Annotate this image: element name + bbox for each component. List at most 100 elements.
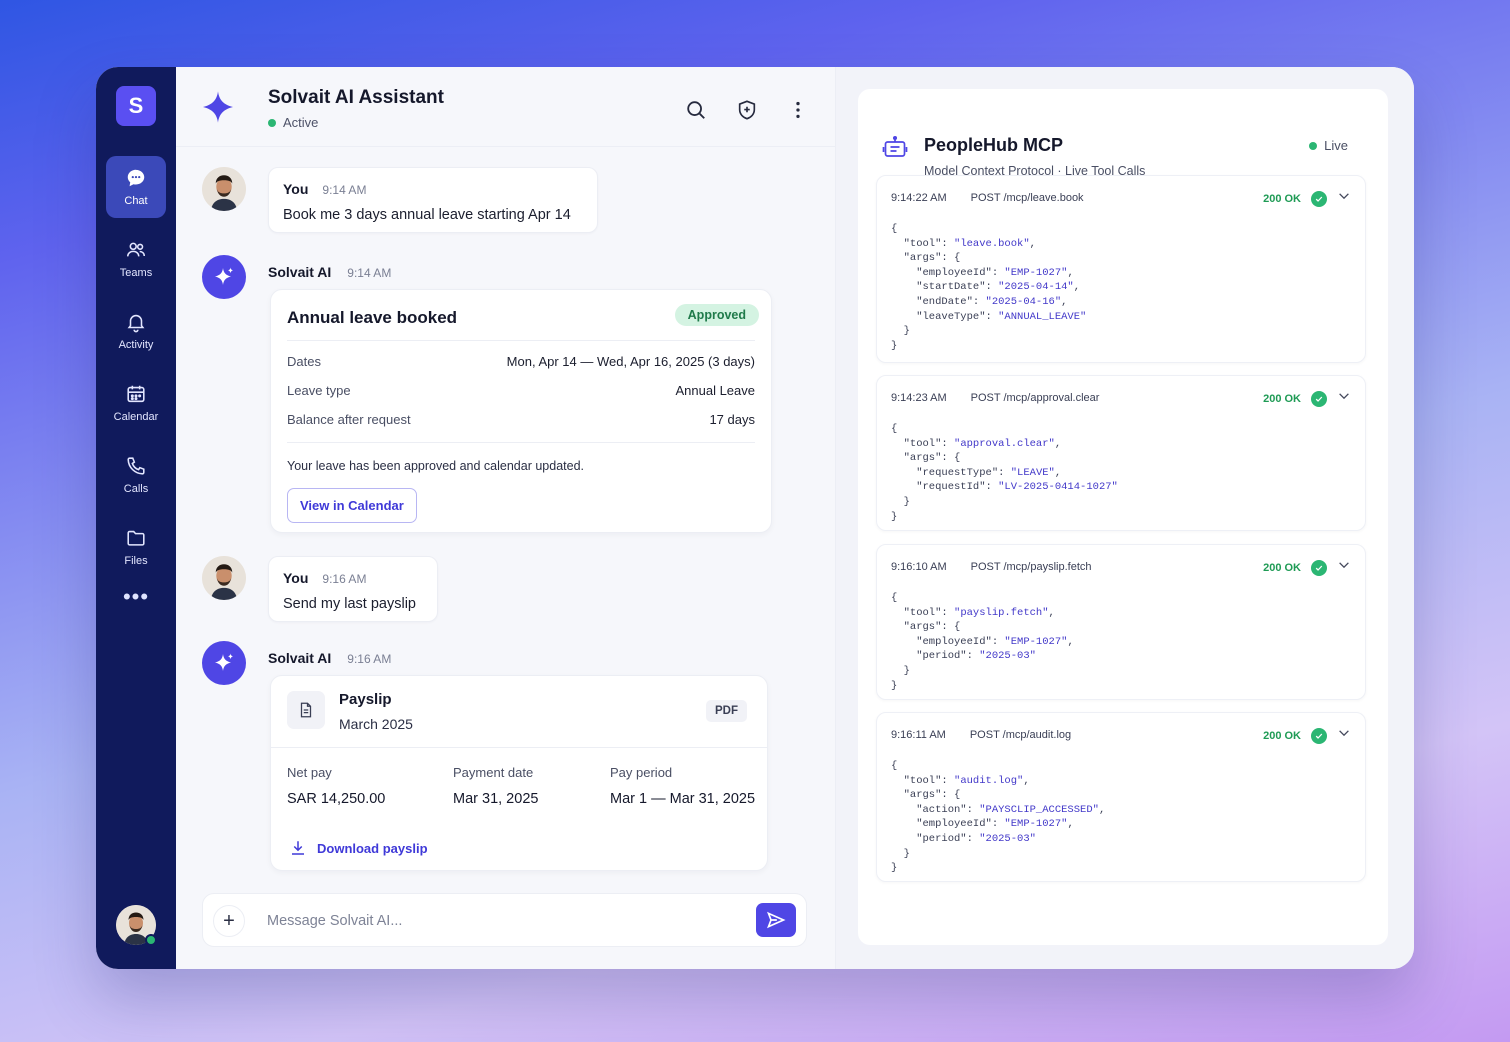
file-icon-box [287,691,325,729]
tool-call-card[interactable]: 9:14:22 AM POST /mcp/leave.book 200 OK { "t… [876,175,1366,363]
tool-call-status: 200 OK [1263,189,1351,208]
bell-icon [127,314,145,333]
download-icon [292,841,304,855]
tool-call-card[interactable]: 9:16:10 AM POST /mcp/payslip.fetch 200 OK {… [876,544,1366,700]
message-time: 9:16 AM [322,572,367,586]
ai-avatar [202,641,246,685]
teams-icon [126,242,146,257]
message-sender: Solvait AI [268,264,332,280]
message-time: 9:14 AM [322,183,367,197]
chevron-down-icon[interactable] [1337,389,1351,408]
message-text: Send my last payslip [283,596,416,612]
download-payslip-link[interactable]: Download payslip [289,839,428,857]
message-time: 9:14 AM [347,266,392,280]
sidebar-item-label: Calendar [113,411,159,423]
chat-status: Active [268,115,318,130]
detail-label: Balance after request [287,412,411,427]
view-in-calendar-button[interactable]: View in Calendar [287,488,417,523]
tool-call-time: 9:14:23 AM [891,392,947,404]
message-text: Book me 3 days annual leave starting Apr… [283,207,571,223]
send-button[interactable] [756,903,796,937]
detail-value: Mon, Apr 14 — Wed, Apr 16, 2025 (3 days) [506,354,755,369]
send-icon [767,911,786,929]
message-sender: Solvait AI [268,650,332,666]
message-input[interactable] [267,908,737,934]
more-options-icon[interactable]: ••• [123,586,149,608]
document-icon [300,702,312,718]
detail-row: Balance after request 17 days [287,412,755,427]
user-message: You 9:16 AM Send my last payslip [268,556,438,622]
chevron-down-icon[interactable] [1337,189,1351,208]
payment-date-label: Payment date [453,765,534,780]
phone-icon [127,457,145,475]
tool-call-status: 200 OK [1263,389,1351,408]
payment-date-value: Mar 31, 2025 [453,791,539,807]
tool-call-endpoint: POST /mcp/audit.log [969,729,1072,741]
sidebar-item-label: Activity [118,339,154,351]
detail-value: 17 days [709,412,755,427]
net-pay-label: Net pay [287,765,332,780]
online-status-dot [145,934,157,946]
folder-icon [127,530,145,546]
search-icon[interactable] [685,99,707,121]
message-sender: You [283,570,309,586]
tool-call-payload: { "tool": "payslip.fetch", "args": { "em… [891,592,1074,692]
file-type-badge: PDF [706,700,747,722]
app-logo[interactable]: S [116,86,156,126]
user-face-icon [202,556,246,600]
detail-value: Annual Leave [675,383,755,398]
app-window: S Chat Teams Activity Calendar Calls Fil… [96,67,1414,969]
card-title: Annual leave booked [287,308,458,327]
divider [287,442,755,443]
tool-call-endpoint: POST /mcp/payslip.fetch [970,561,1092,573]
tool-call-time: 9:16:10 AM [891,561,947,573]
net-pay-value: SAR 14,250.00 [287,791,386,807]
sidebar-nav: Chat Teams Activity Calendar Calls Files [96,156,176,608]
attach-button[interactable]: + [213,905,245,937]
user-face-icon [202,167,246,211]
check-circle-icon [1311,390,1327,407]
live-indicator: Live [1309,138,1348,153]
payslip-title: Payslip [339,691,392,708]
check-circle-icon [1311,190,1327,207]
sidebar-item-activity[interactable]: Activity [106,300,166,362]
live-status-dot [1309,141,1318,150]
leave-booked-card: Annual leave booked Approved Dates Mon, … [270,289,772,533]
status-code: 200 OK [1263,392,1301,405]
message-time: 9:16 AM [347,652,392,666]
tool-call-header: 9:16:11 AM POST /mcp/audit.log [891,729,1071,741]
chat-title: Solvait AI Assistant [268,87,444,108]
more-vertical-icon[interactable] [787,99,809,121]
sidebar-item-label: Calls [123,483,149,495]
user-avatar[interactable] [116,905,157,946]
active-status-dot [268,118,276,127]
check-circle-icon [1311,559,1327,576]
chat-header: Solvait AI Assistant Active [176,67,835,147]
download-label: Download payslip [317,840,428,856]
status-badge: Approved [674,304,759,326]
tool-call-card[interactable]: 9:16:11 AM POST /mcp/audit.log 200 OK { "to… [876,712,1366,882]
sparkle-icon [215,267,233,285]
chevron-down-icon[interactable] [1337,558,1351,577]
sidebar-item-files[interactable]: Files [106,516,166,578]
sidebar-item-teams[interactable]: Teams [106,228,166,290]
payslip-subtitle: March 2025 [339,716,413,732]
detail-row: Leave type Annual Leave [287,383,755,398]
sidebar-item-calls[interactable]: Calls [106,444,166,506]
tool-call-status: 200 OK [1263,558,1351,577]
sparkle-icon [203,91,233,123]
chevron-down-icon[interactable] [1337,726,1351,745]
chat-icon [127,169,145,187]
tool-call-card[interactable]: 9:14:23 AM POST /mcp/approval.clear 200 OK… [876,375,1366,531]
payslip-card: Payslip March 2025 PDF Net pay SAR 14,25… [270,675,768,871]
tool-call-header: 9:14:22 AM POST /mcp/leave.book [891,192,1084,204]
tool-call-time: 9:16:11 AM [891,729,946,741]
sidebar-item-calendar[interactable]: Calendar [106,372,166,434]
check-circle-icon [1311,727,1327,744]
sidebar-item-chat[interactable]: Chat [106,156,166,218]
calendar-icon [127,385,145,403]
divider [287,340,755,341]
shield-icon[interactable] [736,99,758,121]
tool-call-time: 9:14:22 AM [891,192,947,204]
chat-panel: Solvait AI Assistant Active You 9:14 AM B… [176,67,836,969]
